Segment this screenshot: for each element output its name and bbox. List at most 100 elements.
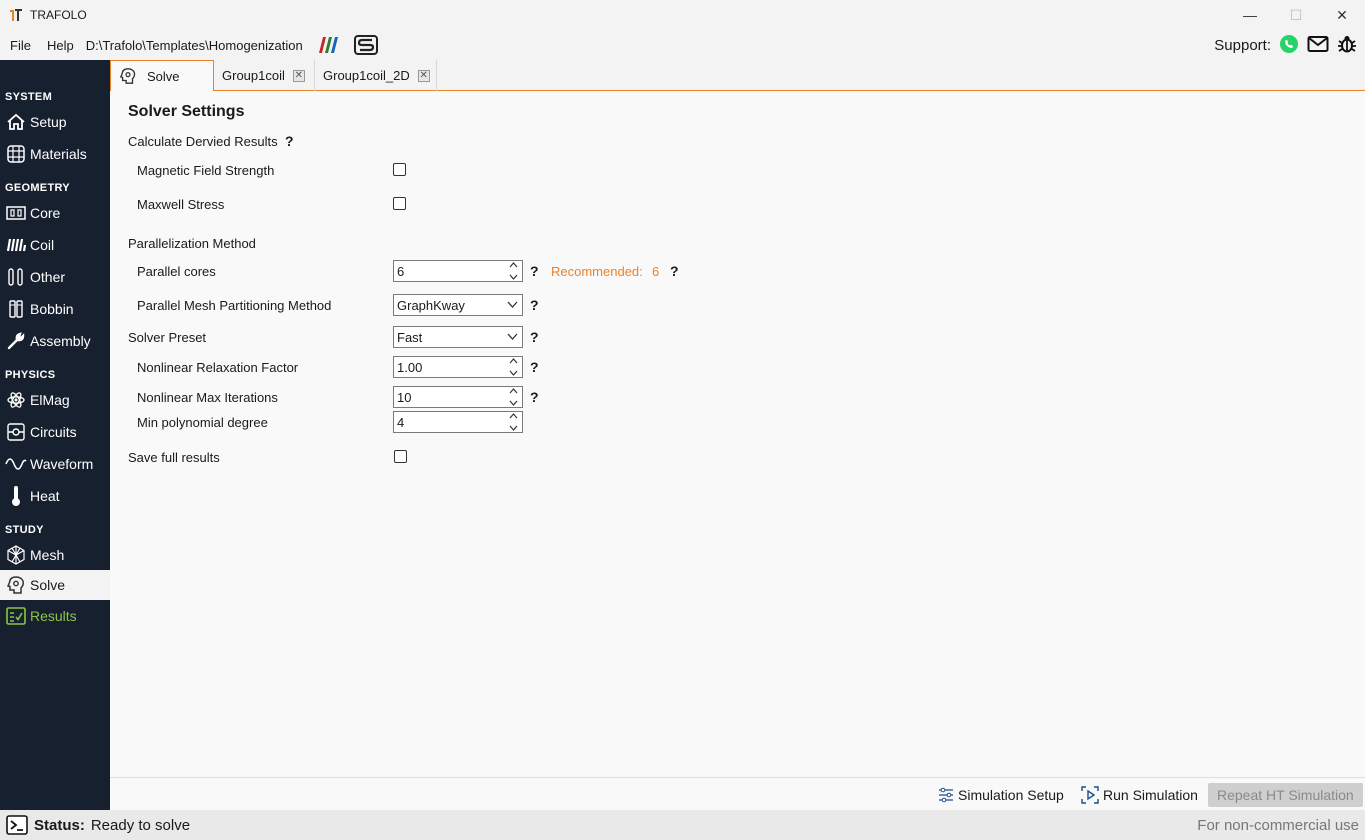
max-iterations-input[interactable] bbox=[394, 389, 502, 405]
min-poly-label: Min polynomial degree bbox=[137, 415, 268, 430]
app-title: TRAFOLO bbox=[30, 8, 87, 22]
close-icon[interactable]: ✕ bbox=[417, 69, 430, 82]
help-icon[interactable]: ? bbox=[530, 263, 539, 279]
chevron-up-icon[interactable] bbox=[509, 413, 518, 419]
wrench-icon bbox=[5, 330, 27, 352]
sidebar-item-label: Core bbox=[30, 205, 61, 221]
close-icon[interactable]: ✕ bbox=[292, 69, 305, 82]
chevron-up-icon[interactable] bbox=[509, 262, 518, 268]
whatsapp-icon[interactable] bbox=[1279, 34, 1299, 57]
spin-arrows[interactable] bbox=[506, 358, 520, 376]
chevron-down-icon[interactable] bbox=[509, 425, 518, 431]
sidebar-item-elmag[interactable]: ElMag bbox=[0, 385, 110, 415]
script-logo-icon[interactable] bbox=[353, 34, 379, 56]
min-poly-spinbox[interactable] bbox=[393, 411, 523, 433]
sidebar-item-bobbin[interactable]: Bobbin bbox=[0, 294, 110, 324]
other-icon bbox=[5, 266, 27, 288]
sidebar-item-label: Coil bbox=[30, 237, 55, 253]
parallel-cores-input[interactable] bbox=[394, 263, 502, 279]
max-iterations-spinbox[interactable] bbox=[393, 386, 523, 408]
sidebar-item-other[interactable]: Other bbox=[0, 262, 110, 292]
menu-help[interactable]: Help bbox=[41, 38, 80, 53]
save-full-label: Save full results bbox=[128, 450, 220, 465]
sidebar-item-label: ElMag bbox=[30, 392, 70, 408]
sidebar-item-label: Results bbox=[30, 608, 77, 624]
sidebar-item-core[interactable]: Core bbox=[0, 198, 110, 228]
thermometer-icon bbox=[5, 485, 27, 507]
mail-icon[interactable] bbox=[1307, 35, 1329, 56]
sidebar-item-setup[interactable]: Setup bbox=[0, 107, 110, 137]
sidebar-item-waveform[interactable]: Waveform bbox=[0, 449, 110, 479]
coil-icon bbox=[5, 234, 27, 256]
sidebar-item-label: Mesh bbox=[30, 547, 65, 563]
magnetic-field-label: Magnetic Field Strength bbox=[137, 163, 275, 178]
relaxation-spinbox[interactable] bbox=[393, 356, 523, 378]
sidebar-item-circuits[interactable]: Circuits bbox=[0, 417, 110, 447]
section-study: STUDY bbox=[5, 524, 44, 536]
sidebar-item-label: Assembly bbox=[30, 333, 91, 349]
sidebar-item-coil[interactable]: Coil bbox=[0, 230, 110, 260]
spin-arrows[interactable] bbox=[506, 413, 520, 431]
sidebar-item-mesh[interactable]: Mesh bbox=[0, 540, 110, 570]
run-simulation-button[interactable]: Run Simulation bbox=[1081, 783, 1198, 807]
solver-preset-value: Fast bbox=[397, 329, 423, 345]
menu-file[interactable]: File bbox=[4, 38, 37, 53]
minimize-button[interactable]: — bbox=[1227, 0, 1273, 30]
simulation-setup-button[interactable]: Simulation Setup bbox=[938, 783, 1064, 807]
help-icon[interactable]: ? bbox=[285, 133, 294, 149]
sidebar-item-materials[interactable]: Materials bbox=[0, 139, 110, 169]
help-icon[interactable]: ? bbox=[530, 359, 539, 375]
core-icon bbox=[5, 202, 27, 224]
spin-arrows[interactable] bbox=[506, 388, 520, 406]
sidebar-item-label: Circuits bbox=[30, 424, 77, 440]
chevron-down-icon[interactable] bbox=[509, 370, 518, 376]
paraview-icon[interactable] bbox=[315, 36, 341, 54]
partitioning-select[interactable]: GraphKway bbox=[393, 294, 523, 316]
tab-solve[interactable]: Solve bbox=[110, 60, 214, 91]
tab-group1coil[interactable]: Group1coil ✕ bbox=[214, 60, 315, 91]
save-full-checkbox[interactable] bbox=[394, 450, 407, 463]
help-icon[interactable]: ? bbox=[670, 263, 679, 279]
repeat-ht-simulation-button[interactable]: Repeat HT Simulation bbox=[1208, 783, 1363, 807]
spin-arrows[interactable] bbox=[506, 262, 520, 280]
terminal-icon[interactable] bbox=[6, 815, 28, 835]
sidebar-item-solve[interactable]: Solve bbox=[0, 570, 110, 600]
repeat-ht-label: Repeat HT Simulation bbox=[1217, 787, 1354, 803]
sidebar-item-heat[interactable]: Heat bbox=[0, 481, 110, 511]
solver-preset-select[interactable]: Fast bbox=[393, 326, 523, 348]
magnetic-field-checkbox[interactable] bbox=[393, 163, 406, 176]
sidebar-item-assembly[interactable]: Assembly bbox=[0, 326, 110, 356]
chevron-down-icon[interactable] bbox=[509, 274, 518, 280]
tab-group1coil-2d[interactable]: Group1coil_2D ✕ bbox=[315, 60, 437, 91]
help-icon[interactable]: ? bbox=[530, 389, 539, 405]
chevron-down-icon[interactable] bbox=[509, 400, 518, 406]
close-window-button[interactable]: ✕ bbox=[1319, 0, 1365, 30]
results-icon bbox=[5, 605, 27, 627]
min-poly-input[interactable] bbox=[394, 414, 502, 430]
chevron-up-icon[interactable] bbox=[509, 388, 518, 394]
parallel-cores-spinbox[interactable] bbox=[393, 260, 523, 282]
help-icon[interactable]: ? bbox=[530, 297, 539, 313]
recommended-label: Recommended: bbox=[551, 264, 643, 279]
brain-gear-icon bbox=[5, 574, 27, 596]
support-label: Support: bbox=[1214, 36, 1271, 54]
atom-icon bbox=[5, 389, 27, 411]
sidebar-item-label: Materials bbox=[30, 146, 87, 162]
section-system: SYSTEM bbox=[5, 91, 53, 103]
bug-icon[interactable] bbox=[1337, 34, 1357, 57]
bottom-toolbar: Simulation Setup Run Simulation Repeat H… bbox=[110, 777, 1365, 810]
simulation-setup-label: Simulation Setup bbox=[958, 787, 1064, 803]
partitioning-label: Parallel Mesh Partitioning Method bbox=[137, 298, 332, 313]
maximize-button[interactable]: ☐ bbox=[1273, 0, 1319, 30]
sidebar-item-label: Waveform bbox=[30, 456, 94, 472]
project-path: D:\Trafolo\Templates\Homogenization bbox=[85, 37, 303, 53]
sidebar-item-results[interactable]: Results bbox=[0, 601, 110, 631]
sidebar-item-label: Heat bbox=[30, 488, 60, 504]
recommended-value: 6 bbox=[652, 264, 660, 279]
maxwell-stress-checkbox[interactable] bbox=[393, 197, 406, 210]
sidebar: SYSTEM Setup Materials GEOMETRY Core Coi… bbox=[0, 60, 110, 810]
chevron-up-icon[interactable] bbox=[509, 358, 518, 364]
relaxation-input[interactable] bbox=[394, 359, 502, 375]
tab-label: Group1coil bbox=[222, 68, 285, 83]
help-icon[interactable]: ? bbox=[530, 329, 539, 345]
